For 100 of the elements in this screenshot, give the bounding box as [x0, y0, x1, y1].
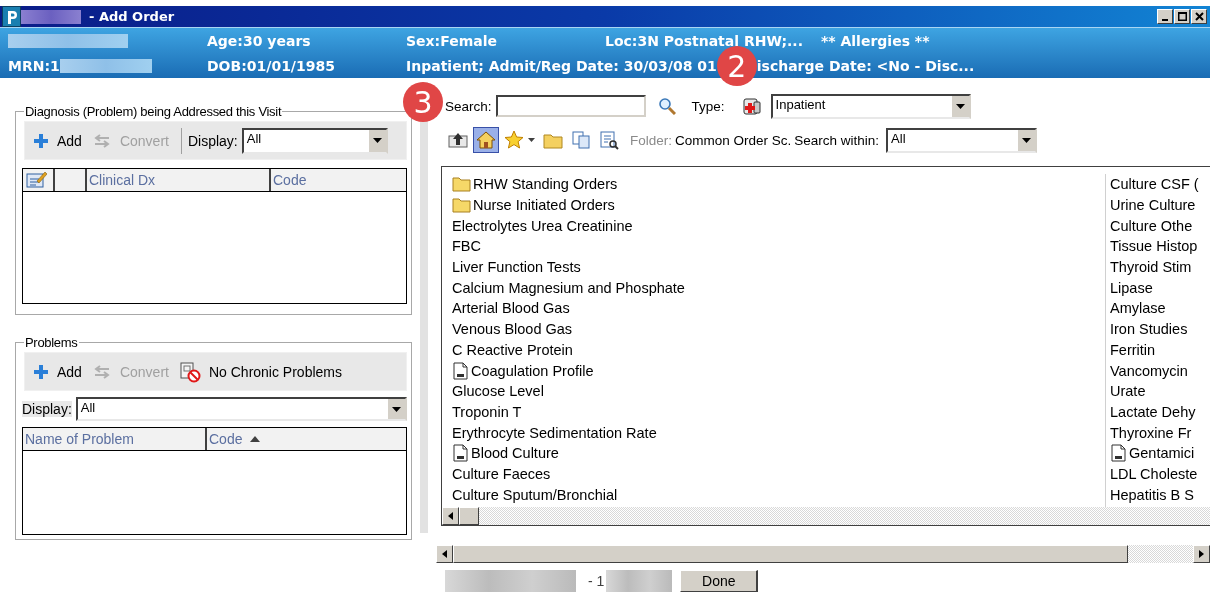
- left-arrow-icon[interactable]: [442, 550, 447, 558]
- patient-sex: Sex:Female: [406, 32, 498, 49]
- order-item[interactable]: Erythrocyte Sedimentation Rate: [452, 422, 1105, 443]
- type-dropdown[interactable]: Inpatient: [770, 93, 971, 119]
- search-within-label: Search within:: [794, 132, 880, 148]
- order-item[interactable]: Ferritin: [1110, 339, 1210, 361]
- redacted-block: [21, 9, 81, 24]
- plus-icon: [33, 363, 49, 380]
- order-item[interactable]: Lactate Dehy: [1110, 401, 1210, 423]
- order-item[interactable]: FBC: [452, 236, 1105, 257]
- admission-info: Inpatient; Admit/Reg Date: 30/03/08 01: [406, 57, 717, 74]
- order-item[interactable]: Amylase: [1110, 298, 1210, 319]
- dropdown-arrow-icon[interactable]: [1022, 137, 1032, 143]
- order-item[interactable]: Thyroxine Fr: [1110, 422, 1210, 443]
- order-item[interactable]: Coagulation Profile: [452, 360, 1105, 381]
- patient-location: Loc:3N Postnatal RHW;...: [605, 32, 803, 49]
- order-item[interactable]: RHW Standing Orders: [452, 174, 1105, 195]
- callout-badge: 3: [403, 82, 443, 122]
- right-arrow-icon[interactable]: [1199, 550, 1204, 558]
- display-label: Display:: [22, 401, 72, 417]
- section-title: Problems: [24, 335, 79, 350]
- horizontal-scrollbar[interactable]: [442, 507, 1210, 525]
- document-icon: [1110, 444, 1127, 463]
- edit-document-icon: [25, 171, 47, 189]
- scroll-right-button[interactable]: [1193, 545, 1210, 563]
- order-item[interactable]: Vancomycin: [1110, 360, 1210, 381]
- display-dropdown[interactable]: All: [241, 127, 388, 154]
- type-label: Type:: [691, 98, 725, 114]
- dropdown-arrow-icon[interactable]: [372, 138, 382, 143]
- order-item[interactable]: Hepatitis B S: [1110, 484, 1210, 505]
- order-item[interactable]: Glucose Level: [452, 380, 1105, 402]
- order-item[interactable]: Iron Studies: [1110, 318, 1210, 340]
- column-header[interactable]: Code: [271, 169, 406, 191]
- order-item[interactable]: Gentamici: [1110, 442, 1210, 464]
- order-item[interactable]: Liver Function Tests: [452, 256, 1105, 278]
- order-item[interactable]: Electrolytes Urea Creatinine: [452, 215, 1105, 237]
- search-within-dropdown[interactable]: All: [886, 127, 1038, 153]
- order-item[interactable]: LDL Choleste: [1110, 463, 1210, 485]
- order-item[interactable]: Culture Faeces: [452, 463, 1105, 485]
- patient-dob: DOB:01/01/1985: [207, 57, 335, 74]
- folder-path: Common Order Sc.: [675, 132, 792, 148]
- section-title: Diagnosis (Problem) being Addressed this Visit: [24, 104, 283, 119]
- order-item[interactable]: Troponin T: [452, 401, 1105, 423]
- maximize-icon[interactable]: [1178, 12, 1187, 21]
- document-search-icon: [599, 130, 619, 150]
- document-icon: [452, 361, 469, 380]
- scrollbar-thumb[interactable]: [459, 507, 479, 525]
- document-prohibited-icon: [178, 360, 201, 383]
- folder-icon: [452, 175, 471, 194]
- minimize-button[interactable]: [1157, 9, 1173, 24]
- redacted-block: [606, 570, 673, 592]
- add-button[interactable]: Add: [31, 363, 90, 380]
- close-button[interactable]: [1191, 9, 1207, 24]
- star-icon: [504, 130, 524, 150]
- add-button[interactable]: Add: [31, 132, 90, 149]
- order-item[interactable]: Venous Blood Gas: [452, 318, 1105, 340]
- window-title: - Add Order: [89, 9, 175, 24]
- done-button[interactable]: Done: [680, 570, 759, 592]
- dropdown-arrow-icon[interactable]: [955, 103, 965, 109]
- order-item[interactable]: Thyroid Stim: [1110, 256, 1210, 278]
- folder-icon: [452, 196, 471, 215]
- scroll-left-button[interactable]: [442, 507, 459, 525]
- no-chronic-button[interactable]: No Chronic Problems: [176, 360, 350, 383]
- order-item[interactable]: Urate: [1110, 380, 1210, 402]
- patient-mrn: MRN:1: [8, 57, 60, 74]
- display-dropdown[interactable]: All: [75, 397, 407, 421]
- search-label: Search:: [445, 98, 492, 114]
- maximize-button[interactable]: [1174, 9, 1190, 24]
- discharge-info: ischarge Date: <No - Disc...: [756, 57, 975, 74]
- folder-label: Folder:: [630, 132, 673, 148]
- order-item[interactable]: Tissue Histop: [1110, 236, 1210, 257]
- column-header[interactable]: Code: [207, 428, 406, 450]
- display-label: Display:: [187, 132, 238, 149]
- left-arrow-icon[interactable]: [448, 512, 453, 520]
- allergies-label: ** Allergies **: [820, 32, 930, 49]
- dropdown-arrow-icon[interactable]: [392, 406, 401, 412]
- copy-icon: [571, 130, 591, 150]
- order-item[interactable]: Arterial Blood Gas: [452, 298, 1105, 319]
- document-icon: [452, 444, 469, 463]
- order-item[interactable]: Culture Sputum/Bronchial: [452, 484, 1105, 505]
- order-item[interactable]: Calcium Magnesium and Phosphate: [452, 277, 1105, 299]
- order-item[interactable]: Culture Othe: [1110, 215, 1210, 237]
- scroll-left-button[interactable]: [436, 545, 453, 563]
- column-header[interactable]: Clinical Dx: [87, 169, 271, 191]
- plus-icon: [33, 132, 49, 149]
- home-icon: [476, 130, 496, 150]
- order-item[interactable]: Blood Culture: [452, 442, 1105, 464]
- order-item[interactable]: Culture CSF (: [1110, 174, 1210, 195]
- close-icon[interactable]: [1195, 12, 1204, 21]
- search-field[interactable]: [495, 95, 646, 117]
- order-item[interactable]: Lipase: [1110, 277, 1210, 299]
- search-icon[interactable]: [657, 97, 676, 115]
- column-header[interactable]: Name of Problem: [23, 428, 207, 450]
- order-item[interactable]: Urine Culture: [1110, 194, 1210, 216]
- order-item[interactable]: Nurse Initiated Orders: [452, 194, 1105, 216]
- order-item[interactable]: C Reactive Protein: [452, 339, 1105, 361]
- page-indicator: - 1: [588, 573, 605, 589]
- patient-age: Age:30 years: [207, 32, 311, 49]
- home-button[interactable]: [473, 127, 499, 153]
- medical-kit-icon: [740, 96, 763, 116]
